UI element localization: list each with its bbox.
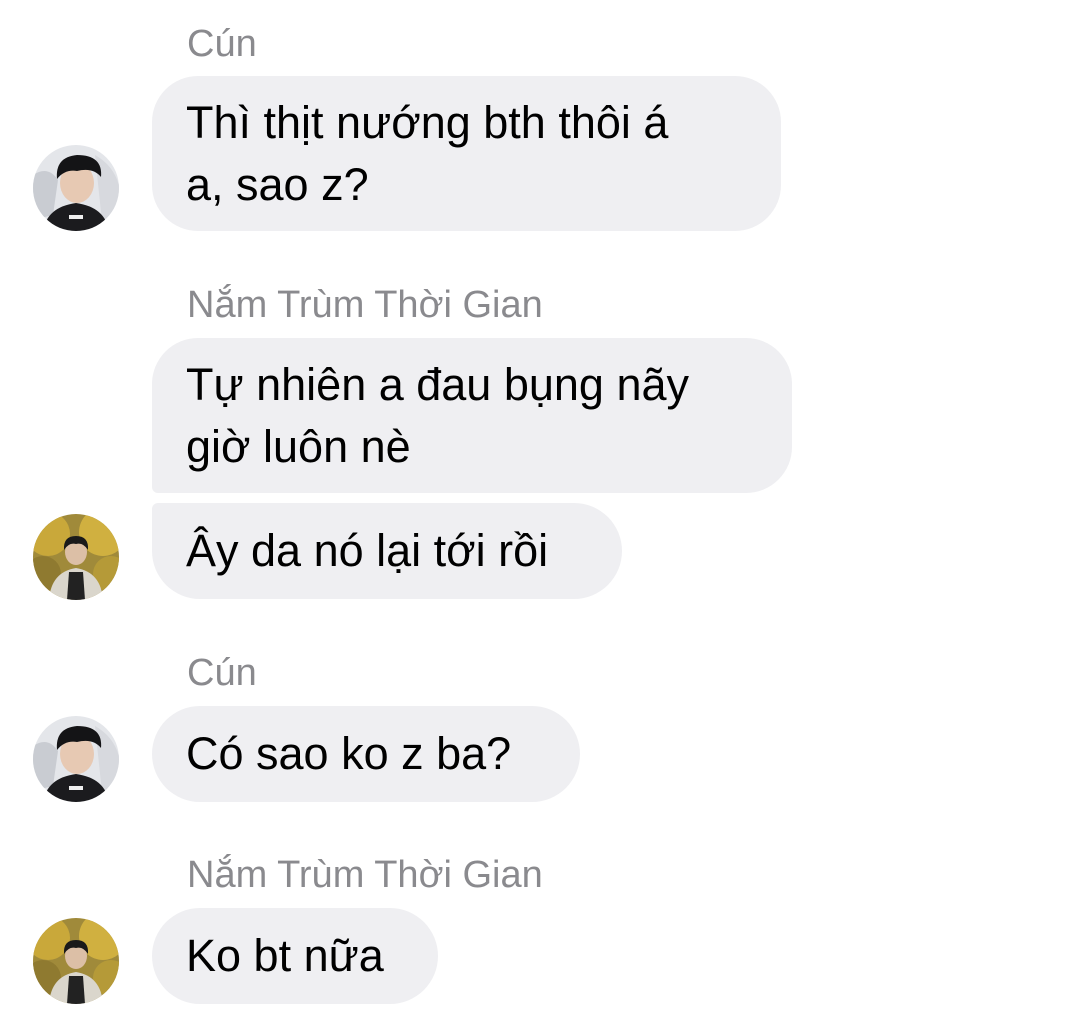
message-bubble[interactable]: Tự nhiên a đau bụng nãy giờ luôn nè (152, 338, 792, 493)
avatar[interactable] (33, 918, 119, 1004)
message-text: Tự nhiên a đau bụng nãy (186, 359, 689, 410)
person-avatar-icon (33, 145, 119, 231)
sender-name: Nắm Trùm Thời Gian (187, 854, 543, 896)
sender-name: Nắm Trùm Thời Gian (187, 284, 543, 326)
message-text: giờ luôn nè (186, 421, 411, 472)
message-bubble[interactable]: Ko bt nữa (152, 908, 438, 1004)
sender-name: Cún (187, 23, 257, 65)
avatar[interactable] (33, 716, 119, 802)
message-text: Ây da nó lại tới rồi (186, 525, 549, 576)
message-text: Có sao ko z ba? (186, 728, 512, 779)
message-text: Thì thịt nướng bth thôi á (186, 97, 669, 148)
sender-name: Cún (187, 652, 257, 694)
message-text: a, sao z? (186, 159, 369, 210)
message-bubble[interactable]: Có sao ko z ba? (152, 706, 580, 802)
person-avatar-icon (33, 514, 119, 600)
person-avatar-icon (33, 716, 119, 802)
person-avatar-icon (33, 918, 119, 1004)
avatar[interactable] (33, 145, 119, 231)
message-bubble[interactable]: Ây da nó lại tới rồi (152, 503, 622, 599)
avatar[interactable] (33, 514, 119, 600)
message-bubble[interactable]: Thì thịt nướng bth thôi á a, sao z? (152, 76, 781, 231)
message-text: Ko bt nữa (186, 930, 384, 981)
